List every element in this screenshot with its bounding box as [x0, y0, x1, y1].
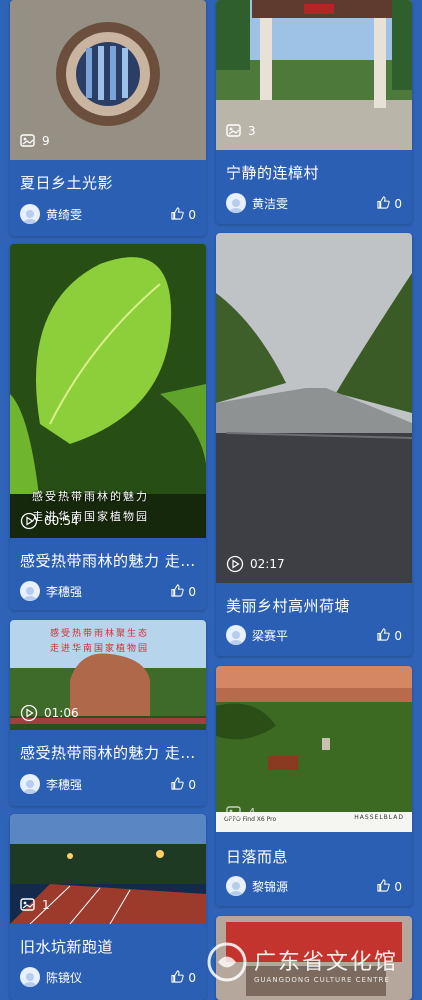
card-author[interactable]: 李穗强 — [20, 774, 82, 794]
video-duration: 01:06 — [44, 706, 79, 720]
author-name: 梁赛平 — [252, 628, 289, 643]
media-card[interactable]: 感受热带雨林的魅力 走进华南国家植物园 00:54 感受热带雨林的魅力 走进华南… — [10, 244, 206, 610]
image-stack-icon — [226, 124, 242, 138]
media-card[interactable]: 9 夏日乡土光影 黄绮雯 0 — [10, 0, 206, 236]
image-stack-icon — [20, 134, 36, 148]
like-count: 0 — [188, 585, 196, 599]
user-avatar-icon — [20, 581, 40, 601]
user-avatar-icon — [226, 625, 246, 645]
overlay-line: 感受热带雨林聚生态 — [50, 629, 150, 639]
overlay-line: 感受热带雨林的魅力 — [32, 490, 149, 503]
thumbs-up-icon — [171, 207, 185, 223]
video-overlay-caption: 感受热带雨林聚生态 走进华南国家植物园 — [50, 626, 149, 654]
thumbs-up-icon — [171, 777, 185, 793]
image-stack-icon — [226, 806, 242, 820]
like-count: 0 — [394, 880, 402, 894]
author-name: 李穗强 — [46, 584, 83, 599]
media-card[interactable]: 02:17 美丽乡村高州荷塘 梁赛平 0 — [216, 233, 412, 656]
card-thumbnail[interactable] — [216, 233, 412, 583]
thumbs-up-icon — [377, 196, 391, 212]
video-duration: 00:54 — [44, 514, 79, 528]
watermark-en: GUANGDONG CULTURE CENTRE — [254, 976, 390, 984]
play-circle-icon — [20, 704, 38, 722]
like-button[interactable]: 0 — [377, 879, 402, 895]
media-card[interactable]: 1 旧水坑新跑道 陈镜仪 0 — [10, 814, 206, 1000]
card-author[interactable]: 陈镜仪 — [20, 967, 82, 987]
media-card[interactable]: OPPO Find X6 Pro HASSELBLAD 4 日落而息 黎锦源 0 — [216, 666, 412, 906]
author-name: 黄绮雯 — [46, 207, 83, 222]
card-title[interactable]: 旧水坑新跑道 — [20, 936, 196, 957]
card-title[interactable]: 日落而息 — [226, 846, 402, 867]
card-title[interactable]: 宁静的连樟村 — [226, 162, 402, 183]
like-button[interactable]: 0 — [377, 628, 402, 644]
like-button[interactable]: 0 — [377, 196, 402, 212]
like-button[interactable]: 0 — [171, 970, 196, 986]
culture-centre-logo-icon — [206, 941, 248, 987]
thumbs-up-icon — [171, 584, 185, 600]
card-author[interactable]: 梁赛平 — [226, 625, 288, 645]
card-author[interactable]: 黄洁雯 — [226, 193, 288, 213]
thumbs-up-icon — [377, 879, 391, 895]
user-avatar-icon — [226, 193, 246, 213]
like-button[interactable]: 0 — [171, 777, 196, 793]
media-count: 1 — [42, 898, 50, 912]
card-title[interactable]: 夏日乡土光影 — [20, 172, 196, 193]
media-card[interactable]: 感受热带雨林聚生态 走进华南国家植物园 01:06 感受热带雨林的魅力 走进华南… — [10, 620, 206, 806]
like-count: 0 — [394, 197, 402, 211]
card-author[interactable]: 黎锦源 — [226, 876, 288, 896]
like-button[interactable]: 0 — [171, 207, 196, 223]
play-circle-icon — [20, 512, 38, 530]
author-name: 黄洁雯 — [252, 196, 289, 211]
author-name: 陈镜仪 — [46, 970, 83, 985]
like-count: 0 — [394, 629, 402, 643]
media-count-badge: 9 — [20, 134, 50, 148]
media-count-badge: 1 — [20, 898, 50, 912]
media-count: 4 — [248, 806, 256, 820]
user-avatar-icon — [20, 204, 40, 224]
play-circle-icon — [226, 555, 244, 573]
user-avatar-icon — [20, 774, 40, 794]
watermark-cn: 广东省文化馆 — [254, 950, 399, 975]
card-title[interactable]: 感受热带雨林的魅力 走进华南国家植物园 — [20, 742, 196, 763]
like-count: 0 — [188, 778, 196, 792]
overlay-line: 走进华南国家植物园 — [50, 644, 150, 654]
media-count-badge: 4 — [226, 806, 256, 820]
photo-brand: HASSELBLAD — [354, 814, 404, 821]
thumbs-up-icon — [171, 970, 185, 986]
like-button[interactable]: 0 — [171, 584, 196, 600]
media-card[interactable]: 3 宁静的连樟村 黄洁雯 0 — [216, 0, 412, 224]
like-count: 0 — [188, 971, 196, 985]
thumbs-up-icon — [377, 628, 391, 644]
media-count-badge: 3 — [226, 124, 256, 138]
author-name: 黎锦源 — [252, 879, 289, 894]
site-watermark: 广东省文化馆 GUANGDONG CULTURE CENTRE — [206, 928, 422, 1000]
user-avatar-icon — [226, 876, 246, 896]
media-count: 9 — [42, 134, 50, 148]
card-title[interactable]: 感受热带雨林的魅力 走进华南国家植物园 — [20, 550, 196, 571]
video-duration: 02:17 — [250, 557, 285, 571]
card-author[interactable]: 黄绮雯 — [20, 204, 82, 224]
image-stack-icon — [20, 898, 36, 912]
video-duration-badge: 01:06 — [20, 704, 79, 722]
video-duration-badge: 00:54 — [20, 512, 79, 530]
author-name: 李穗强 — [46, 777, 83, 792]
media-count: 3 — [248, 124, 256, 138]
user-avatar-icon — [20, 967, 40, 987]
video-duration-badge: 02:17 — [226, 555, 285, 573]
like-count: 0 — [188, 208, 196, 222]
card-author[interactable]: 李穗强 — [20, 581, 82, 601]
card-title[interactable]: 美丽乡村高州荷塘 — [226, 595, 402, 616]
